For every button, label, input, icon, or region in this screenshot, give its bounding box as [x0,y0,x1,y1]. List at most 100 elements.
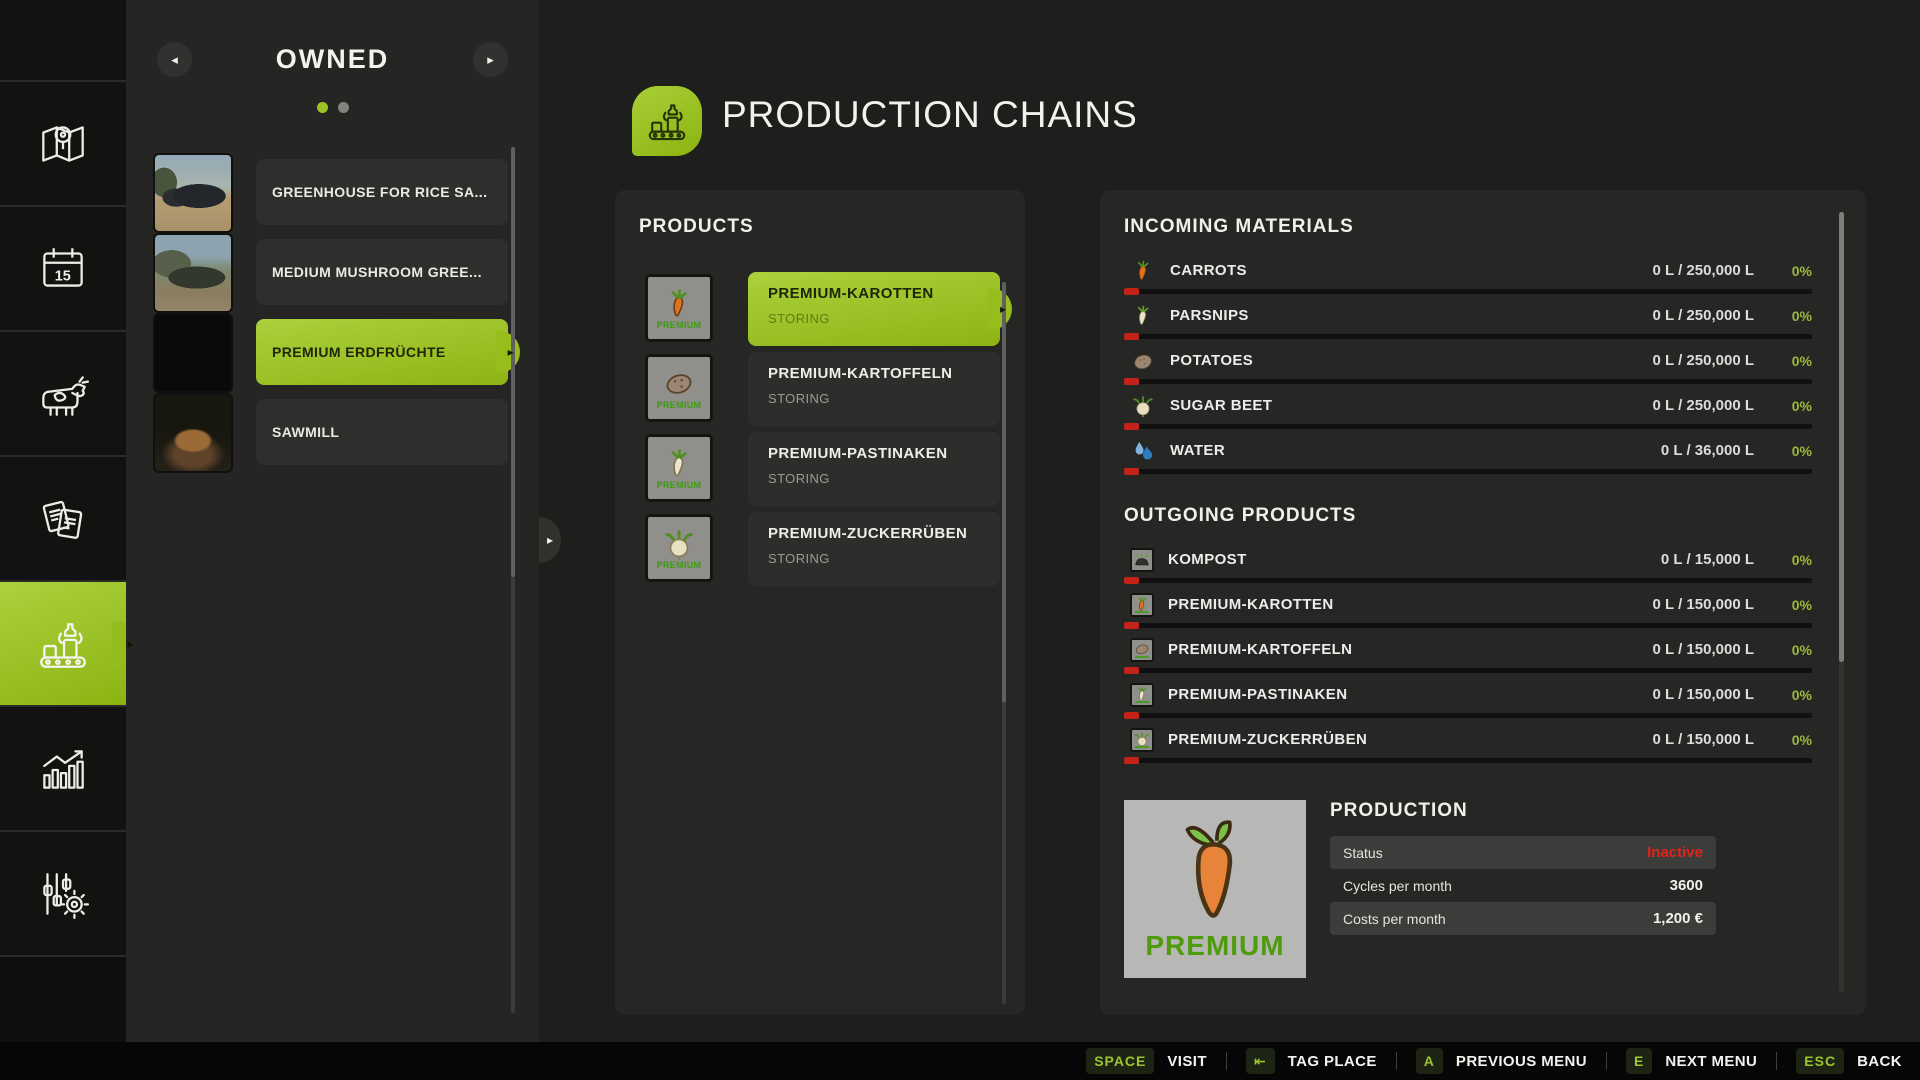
black-thumbnail [153,313,233,393]
action-tag-place[interactable]: ⇤ TAG PLACE [1246,1048,1377,1074]
footer-bar: SPACE VISIT ⇤ TAG PLACE A PREVIOUS MENU … [0,1042,1920,1080]
tile-premium-text: PREMIUM [657,320,702,330]
products-panel: PRODUCTS PREMIUM PREMIUM-KAROTTEN STORIN… [615,190,1025,1015]
owned-item-mushroom-greenhouse[interactable]: MEDIUM MUSHROOM GREE... [153,233,515,313]
owned-item-greenhouse-rice[interactable]: GREENHOUSE FOR RICE SA... [153,153,515,233]
owned-item-label: GREENHOUSE FOR RICE SA... [272,184,487,200]
fill-bar [1124,668,1812,673]
page-title: PRODUCTION CHAINS [722,94,1138,136]
fill-bar [1124,758,1812,763]
fill-bar [1124,623,1812,628]
material-value: 0 L / 250,000 L [1653,397,1754,414]
outgoing-heading: OUTGOING PRODUCTS [1124,505,1812,527]
premium-text: PREMIUM [1145,930,1284,962]
production-icon [34,615,92,673]
footer-divider [1396,1052,1397,1070]
action-next-menu[interactable]: E NEXT MENU [1626,1048,1757,1074]
e-keycap: E [1626,1048,1652,1074]
owned-pagination [126,102,539,113]
sidebar-selected-arrow: ▸ [127,636,134,652]
sidebar-item-finances[interactable] [0,832,126,957]
product-row-percent: 0% [1754,552,1812,568]
production-image: PREMIUM [1124,800,1306,978]
product-status: STORING [768,551,1000,566]
costs-row: Costs per month 1,200 € [1330,902,1716,935]
material-value: 0 L / 250,000 L [1653,262,1754,279]
calendar-icon: 15 [34,240,92,298]
owned-item-label: PREMIUM ERDFRÜCHTE [272,344,446,360]
action-label: PREVIOUS MENU [1456,1053,1587,1070]
details-scrollbar[interactable] [1839,212,1844,993]
page-dot[interactable] [338,102,349,113]
material-value: 0 L / 250,000 L [1653,307,1754,324]
product-row-percent: 0% [1754,687,1812,703]
premium-parsnip-icon [1130,683,1154,707]
sidebar: 15 [0,0,126,1080]
product-row-percent: 0% [1754,732,1812,748]
production-heading: PRODUCTION [1330,800,1716,822]
material-label: PARSNIPS [1170,307,1653,324]
kompost-icon [1130,548,1154,572]
parsnip-icon [1130,303,1156,329]
footer-divider [1606,1052,1607,1070]
carrot-icon [1130,258,1156,284]
sidebar-item-calendar[interactable]: 15 [0,207,126,332]
product-status: STORING [768,311,1000,326]
cycles-label: Cycles per month [1343,878,1452,894]
sugar-beet-product-tile: PREMIUM [645,514,713,582]
product-row-kartoffeln: PREMIUM-KARTOFFELN 0 L / 150,000 L 0% [1124,633,1812,678]
product-row-value: 0 L / 150,000 L [1653,596,1754,613]
action-back[interactable]: ESC BACK [1796,1048,1902,1074]
sidebar-spacer [0,0,126,82]
costs-label: Costs per month [1343,911,1446,927]
a-keycap: A [1416,1048,1443,1074]
fill-bar [1124,424,1812,429]
cycles-row: Cycles per month 3600 [1330,869,1716,902]
product-row-label: PREMIUM-KAROTTEN [1168,596,1653,613]
action-label: VISIT [1167,1053,1207,1070]
tile-premium-text: PREMIUM [657,400,702,410]
fill-bar [1124,469,1812,474]
product-item-kartoffeln[interactable]: PREMIUM PREMIUM-KARTOFFELN STORING [645,352,997,432]
owned-next-button[interactable]: ▸ [473,42,508,77]
premium-carrot-icon [1130,593,1154,617]
product-label: PREMIUM-ZUCKERRÜBEN [768,525,1000,542]
incoming-heading: INCOMING MATERIALS [1124,216,1812,238]
selected-arrow: ▸ [1000,302,1006,316]
action-previous-menu[interactable]: A PREVIOUS MENU [1416,1048,1587,1074]
panel-collapse-handle[interactable]: ▸ [539,517,561,563]
production-info: PRODUCTION Status Inactive Cycles per mo… [1330,800,1716,978]
production-chains-plate [632,86,702,156]
status-value: Inactive [1647,844,1703,861]
product-label: PREMIUM-KARTOFFELN [768,365,1000,382]
potato-icon [1130,348,1156,374]
sidebar-item-animals[interactable] [0,332,126,457]
footer-divider [1226,1052,1227,1070]
product-item-pastinaken[interactable]: PREMIUM PREMIUM-PASTINAKEN STORING [645,432,997,512]
owned-list: GREENHOUSE FOR RICE SA... MEDIUM MUSHROO… [153,153,515,473]
sliders-gear-icon [34,865,92,923]
sidebar-item-statistics[interactable] [0,707,126,832]
products-scrollbar[interactable] [1002,282,1006,1004]
action-visit[interactable]: SPACE VISIT [1086,1048,1207,1074]
fill-bar [1124,334,1812,339]
owned-scrollbar[interactable] [511,147,515,1013]
premium-potato-icon [1130,638,1154,662]
sidebar-item-production[interactable]: ▸ [0,582,126,707]
sidebar-item-contracts[interactable] [0,457,126,582]
potato-product-tile: PREMIUM [645,354,713,422]
product-item-karotten[interactable]: PREMIUM PREMIUM-KAROTTEN STORING ▸ [645,272,997,352]
owned-item-sawmill[interactable]: SAWMILL [153,393,515,473]
page-dot-active[interactable] [317,102,328,113]
production-chains-icon [644,98,690,144]
selected-arrow: ▸ [508,345,514,359]
fill-bar [1124,713,1812,718]
tile-premium-text: PREMIUM [657,480,702,490]
owned-item-premium-erdfruechte[interactable]: PREMIUM ERDFRÜCHTE ▸ [153,313,515,393]
product-item-zuckerrueben[interactable]: PREMIUM PREMIUM-ZUCKERRÜBEN STORING [645,512,997,592]
owned-item-label: MEDIUM MUSHROOM GREE... [272,264,482,280]
sidebar-item-map[interactable] [0,82,126,207]
cow-icon [34,365,92,423]
product-row-percent: 0% [1754,642,1812,658]
material-row-water: WATER 0 L / 36,000 L 0% [1124,434,1812,479]
